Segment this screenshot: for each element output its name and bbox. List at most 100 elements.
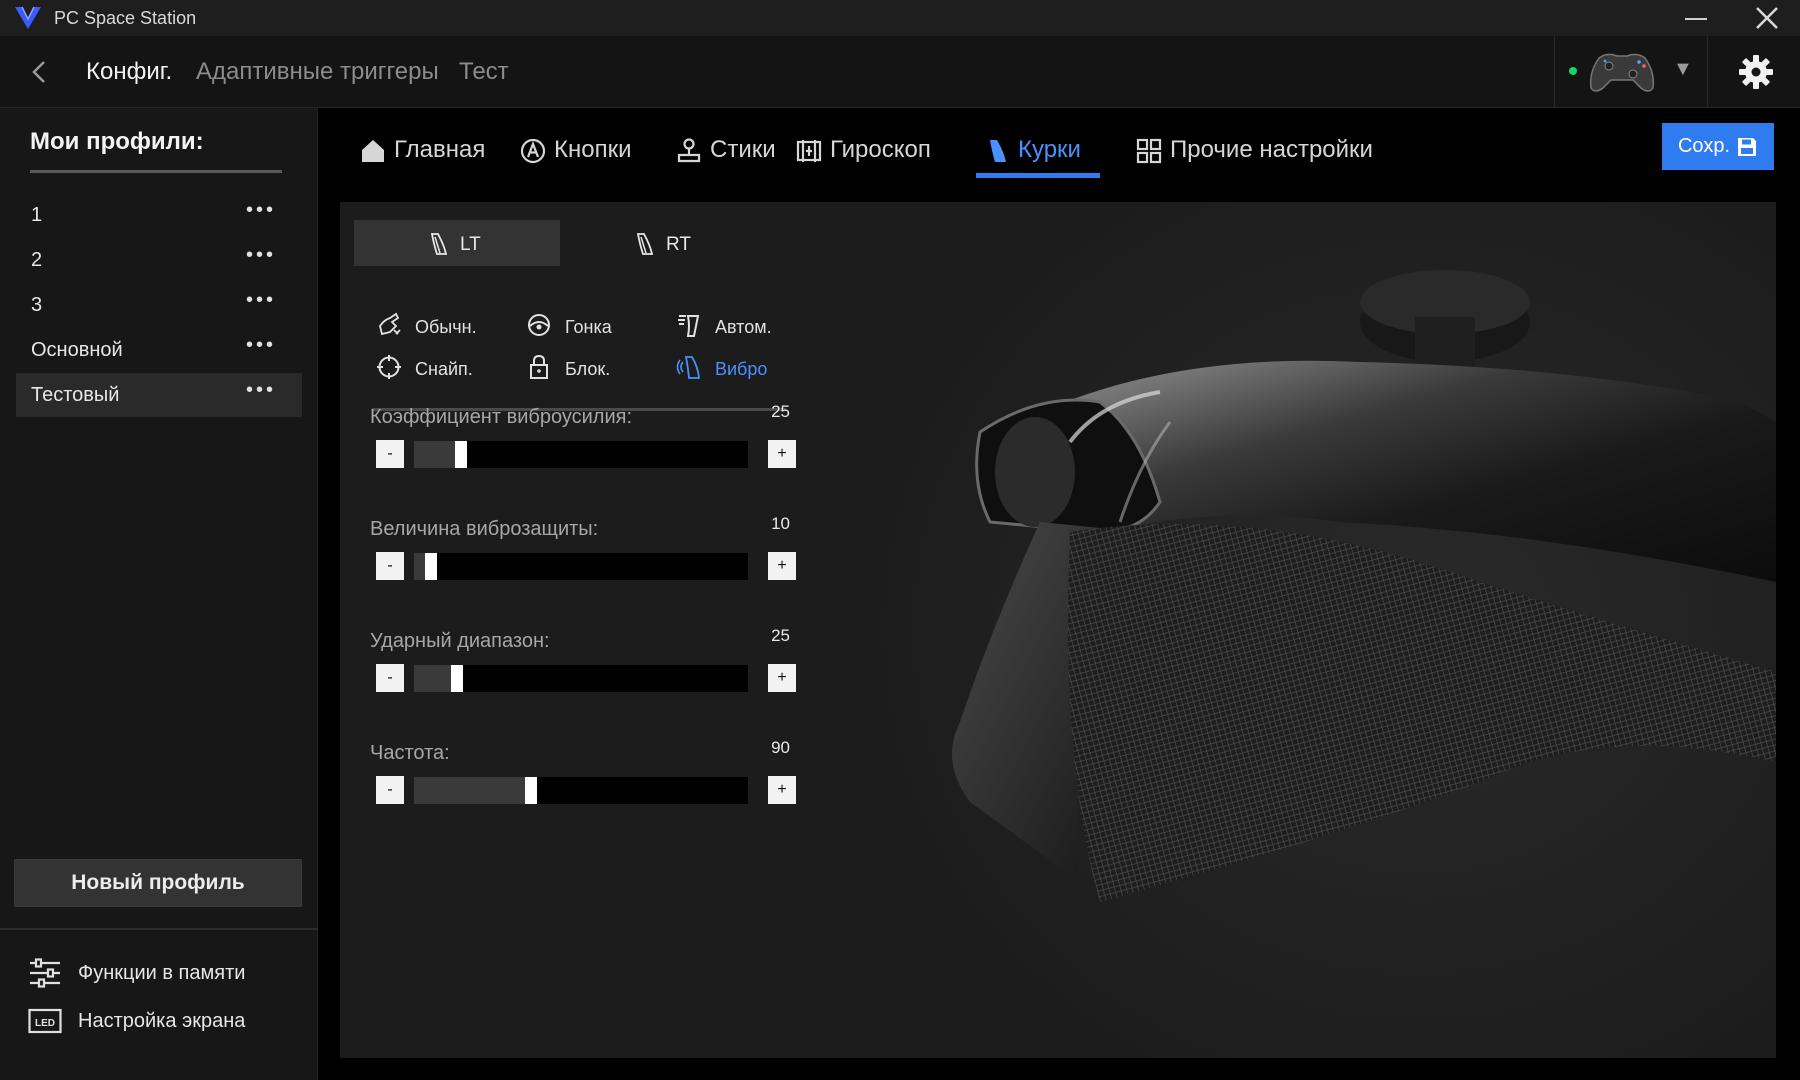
tab-buttons-label: Кнопки — [554, 136, 632, 163]
tab-test[interactable]: Тест — [459, 58, 509, 86]
rt-label: RT — [666, 234, 691, 255]
slider-label: Величина виброзащиты: — [370, 518, 599, 540]
auto-icon — [678, 315, 700, 337]
frequency-slider: Частота: 90 - + — [370, 738, 796, 832]
slider-value: 90 — [771, 738, 790, 757]
sidebar-divider — [0, 928, 318, 930]
slider-track[interactable] — [414, 777, 748, 804]
home-icon — [362, 140, 384, 162]
screen-settings-label: Настройка экрана — [78, 1010, 246, 1032]
slider-thumb[interactable] — [451, 665, 464, 692]
slider-thumb[interactable] — [524, 777, 537, 804]
increment-button[interactable]: + — [768, 776, 796, 804]
close-icon[interactable] — [1745, 2, 1789, 34]
profile-name: 2 — [31, 249, 43, 271]
active-tab-indicator — [976, 173, 1100, 178]
slider-fill — [414, 777, 531, 804]
chevron-down-icon[interactable]: ▼ — [1673, 58, 1693, 81]
mode-normal[interactable]: Обычн. — [376, 310, 526, 340]
save-button[interactable]: Сохр. — [1662, 123, 1774, 170]
gyro-icon — [796, 140, 822, 162]
mode-racing[interactable]: Гонка — [526, 310, 676, 340]
profile-item[interactable]: 2 ••• — [16, 238, 302, 282]
trigger-icon — [430, 233, 448, 255]
memory-functions-link[interactable]: Функции в памяти — [28, 956, 308, 992]
decrement-button[interactable]: - — [376, 552, 404, 580]
slider-track[interactable] — [414, 665, 748, 692]
top-nav: Конфиг. Адаптивные триггеры Тест — [0, 36, 1800, 108]
slider-value: 10 — [771, 514, 790, 533]
lock-icon — [530, 354, 548, 379]
mode-lock[interactable]: Блок. — [526, 352, 676, 382]
screen-settings-link[interactable]: LED Настройка экрана — [28, 1004, 308, 1040]
gamepad-icon — [1589, 53, 1655, 92]
increment-button[interactable]: + — [768, 552, 796, 580]
impact-range-slider: Ударный диапазон: 25 - + — [370, 626, 796, 720]
mode-vibration[interactable]: Вибро — [676, 352, 826, 382]
profile-item[interactable]: 3 ••• — [16, 283, 302, 327]
slider-label: Частота: — [370, 742, 450, 764]
slider-track[interactable] — [414, 553, 748, 580]
profile-name: 1 — [31, 204, 43, 226]
mode-racing-label: Гонка — [565, 317, 612, 337]
grid-icon — [1136, 138, 1162, 164]
vibration-protection-slider: Величина виброзащиты: 10 - + — [370, 514, 796, 608]
more-options-icon[interactable]: ••• — [241, 334, 281, 362]
normal-mode-icon — [379, 312, 401, 336]
joystick-icon — [677, 138, 701, 163]
mode-vibration-label: Вибро — [715, 359, 768, 379]
minimize-button[interactable] — [1676, 4, 1716, 32]
decrement-button[interactable]: - — [376, 440, 404, 468]
tab-sticks-label: Стики — [710, 136, 776, 163]
trigger-settings-panel: LT RT Обычн. Гонка Автом. Снайп. Блок. В… — [340, 202, 1776, 1058]
profile-name: Основной — [31, 339, 123, 361]
slider-track[interactable] — [414, 441, 748, 468]
profile-name: Тестовый — [31, 384, 120, 406]
more-options-icon[interactable]: ••• — [241, 199, 281, 227]
sliders-icon — [30, 958, 60, 988]
lt-tab[interactable]: LT — [354, 220, 560, 266]
slider-fill — [414, 441, 461, 468]
mode-auto[interactable]: Автом. — [676, 310, 826, 340]
device-selector[interactable]: ▼ — [1554, 36, 1708, 108]
more-options-icon[interactable]: ••• — [241, 289, 281, 317]
slider-value: 25 — [771, 626, 790, 645]
profile-name: 3 — [31, 294, 43, 316]
rt-tab[interactable]: RT — [560, 220, 766, 266]
vibration-strength-slider: Коэффициент виброусилия: 25 - + — [370, 402, 796, 496]
slider-thumb[interactable] — [424, 553, 437, 580]
profiles-divider — [30, 170, 282, 173]
app-title: PC Space Station — [54, 8, 197, 28]
trigger-icon — [990, 140, 1006, 162]
controller-trigger-render — [840, 202, 1776, 1058]
tab-home-label: Главная — [394, 136, 486, 163]
gear-icon[interactable] — [1734, 50, 1778, 94]
more-options-icon[interactable]: ••• — [241, 244, 281, 272]
memory-functions-label: Функции в памяти — [78, 962, 246, 984]
decrement-button[interactable]: - — [376, 664, 404, 692]
profiles-sidebar: Мои профили: 1 ••• 2 ••• 3 ••• Основной … — [0, 108, 318, 1080]
crosshair-icon — [377, 355, 401, 379]
connection-status-dot — [1569, 67, 1577, 75]
slider-value: 25 — [771, 402, 790, 421]
led-icon: LED — [28, 1008, 62, 1034]
save-icon — [1738, 137, 1757, 156]
slider-thumb[interactable] — [454, 441, 467, 468]
mode-normal-label: Обычн. — [415, 317, 477, 337]
increment-button[interactable]: + — [768, 440, 796, 468]
main-area: Главная Кнопки Стики Гироскоп Курки Проч… — [318, 108, 1800, 1080]
decrement-button[interactable]: - — [376, 776, 404, 804]
profile-item[interactable]: Основной ••• — [16, 328, 302, 372]
trigger-icon — [636, 233, 654, 255]
title-bar: PC Space Station — [0, 0, 1800, 36]
back-arrow-icon[interactable] — [24, 56, 56, 88]
tab-gyro-label: Гироскоп — [830, 136, 931, 163]
increment-button[interactable]: + — [768, 664, 796, 692]
tab-config[interactable]: Конфиг. — [86, 58, 172, 86]
profile-item[interactable]: 1 ••• — [16, 193, 302, 237]
profile-item[interactable]: Тестовый ••• — [16, 373, 302, 417]
new-profile-button[interactable]: Новый профиль — [14, 859, 302, 907]
more-options-icon[interactable]: ••• — [241, 379, 281, 407]
tab-adaptive-triggers[interactable]: Адаптивные триггеры — [196, 58, 439, 86]
mode-sniper[interactable]: Снайп. — [376, 352, 526, 382]
